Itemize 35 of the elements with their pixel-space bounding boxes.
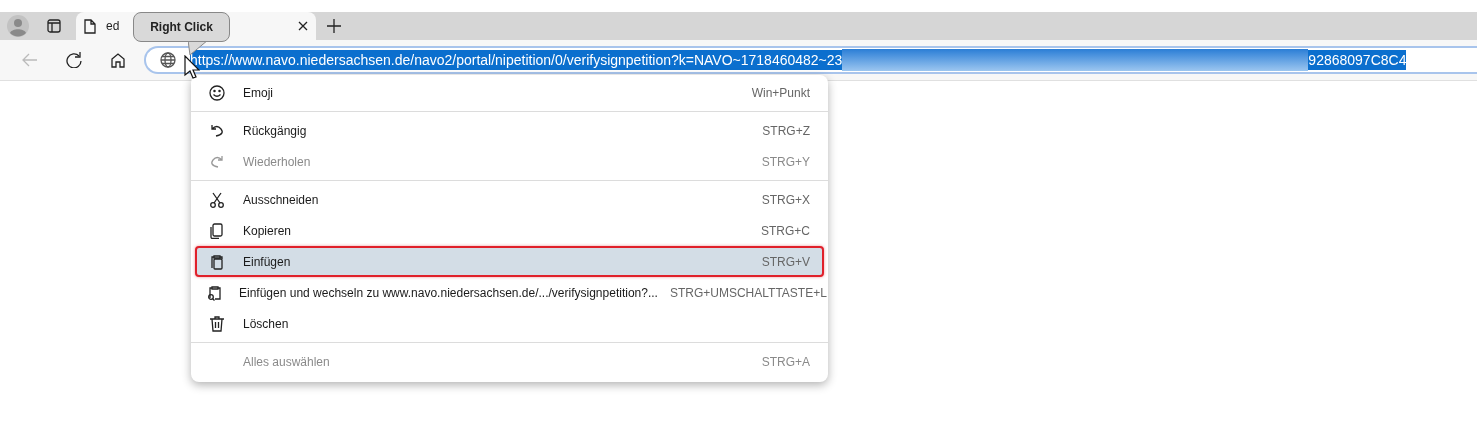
menu-item[interactable]: Einfügen STRG+V — [195, 246, 824, 277]
tab-title: ed — [106, 19, 120, 33]
sidebar-icon — [47, 19, 61, 33]
shortcut-text: STRG+UMSCHALTTASTE+L — [669, 285, 827, 300]
menu-item[interactable]: Rückgängig STRG+Z — [195, 115, 824, 146]
close-icon[interactable] — [298, 21, 308, 31]
url-text: 92868097C8C4 — [1308, 50, 1407, 70]
back-arrow-icon — [22, 52, 38, 68]
home-icon — [110, 52, 126, 68]
reload-icon — [66, 52, 82, 68]
shortcut-text: STRG+Z — [762, 123, 810, 138]
scissors-icon — [209, 191, 225, 208]
shortcut-text: STRG+X — [761, 192, 810, 207]
shortcut-text: STRG+A — [761, 354, 810, 369]
smiley-icon — [209, 84, 225, 101]
plus-icon — [327, 19, 341, 33]
shortcut-text: STRG+V — [761, 254, 810, 269]
globe-icon — [160, 52, 176, 68]
trash-icon — [209, 315, 225, 332]
copy-icon — [209, 222, 225, 239]
person-icon — [7, 15, 29, 37]
clipboard-search-icon — [207, 284, 223, 301]
menu-item[interactable]: Löschen — [195, 308, 824, 339]
shortcut-text: STRG+C — [761, 223, 810, 238]
menu-item[interactable]: Emoji Win+Punkt — [195, 77, 824, 108]
url-text: https://www.navo.niedersachsen.de/navo2/portal/nipetition/0/verifysignpetition?k=NAVO~1718460482~23 — [190, 50, 843, 70]
redo-icon — [209, 153, 225, 170]
undo-icon — [209, 122, 225, 139]
menu-item[interactable]: Kopieren STRG+C — [195, 215, 824, 246]
menu-item[interactable]: Ausschneiden STRG+X — [195, 184, 824, 215]
clipboard-icon — [209, 253, 225, 270]
document-icon — [84, 18, 96, 34]
shortcut-text: Win+Punkt — [751, 85, 810, 100]
address-bar[interactable]: https://www.navo.niedersachsen.de/navo2/portal/nipetition/0/verifysignpetition?k=NAVO~1718460482~23 92868097C8C4 — [144, 46, 1477, 74]
shortcut-text: STRG+Y — [761, 154, 810, 169]
